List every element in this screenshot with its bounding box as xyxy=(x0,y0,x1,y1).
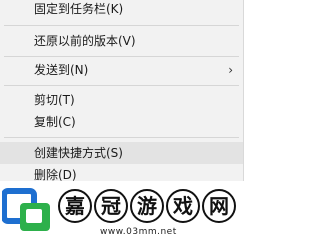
watermark-char: 游 xyxy=(130,189,164,223)
menu-item-label: 剪切(T) xyxy=(34,93,75,107)
menu-item-label: 固定到任务栏(K) xyxy=(34,2,124,16)
menu-item-send-to[interactable]: 发送到(N) › xyxy=(0,59,243,81)
site-logo-icon xyxy=(2,188,50,231)
watermark-url: www.03mm.net xyxy=(100,227,177,237)
menu-item-label: 删除(D) xyxy=(34,168,77,182)
menu-item-pin-to-taskbar[interactable]: 固定到任务栏(K) xyxy=(0,0,243,20)
watermark-char: 嘉 xyxy=(58,189,92,223)
menu-item-create-shortcut[interactable]: 创建快捷方式(S) xyxy=(0,142,243,164)
menu-separator xyxy=(4,137,239,138)
menu-separator xyxy=(4,25,239,26)
watermark-char: 戏 xyxy=(166,189,200,223)
watermark-char: 网 xyxy=(202,189,236,223)
menu-item-restore-previous-versions[interactable]: 还原以前的版本(V) xyxy=(0,30,243,52)
menu-item-label: 创建快捷方式(S) xyxy=(34,146,123,160)
menu-item-label: 复制(C) xyxy=(34,115,76,129)
menu-item-label: 发送到(N) xyxy=(34,63,89,77)
watermark-char: 冠 xyxy=(94,189,128,223)
menu-separator xyxy=(4,85,239,86)
watermark-banner: 嘉 冠 游 戏 网 www.03mm.net xyxy=(0,181,244,243)
menu-item-cut[interactable]: 剪切(T) xyxy=(0,89,243,111)
menu-item-copy[interactable]: 复制(C) xyxy=(0,111,243,133)
menu-separator xyxy=(4,56,239,57)
menu-item-label: 还原以前的版本(V) xyxy=(34,34,136,48)
chevron-right-icon: › xyxy=(228,63,233,77)
